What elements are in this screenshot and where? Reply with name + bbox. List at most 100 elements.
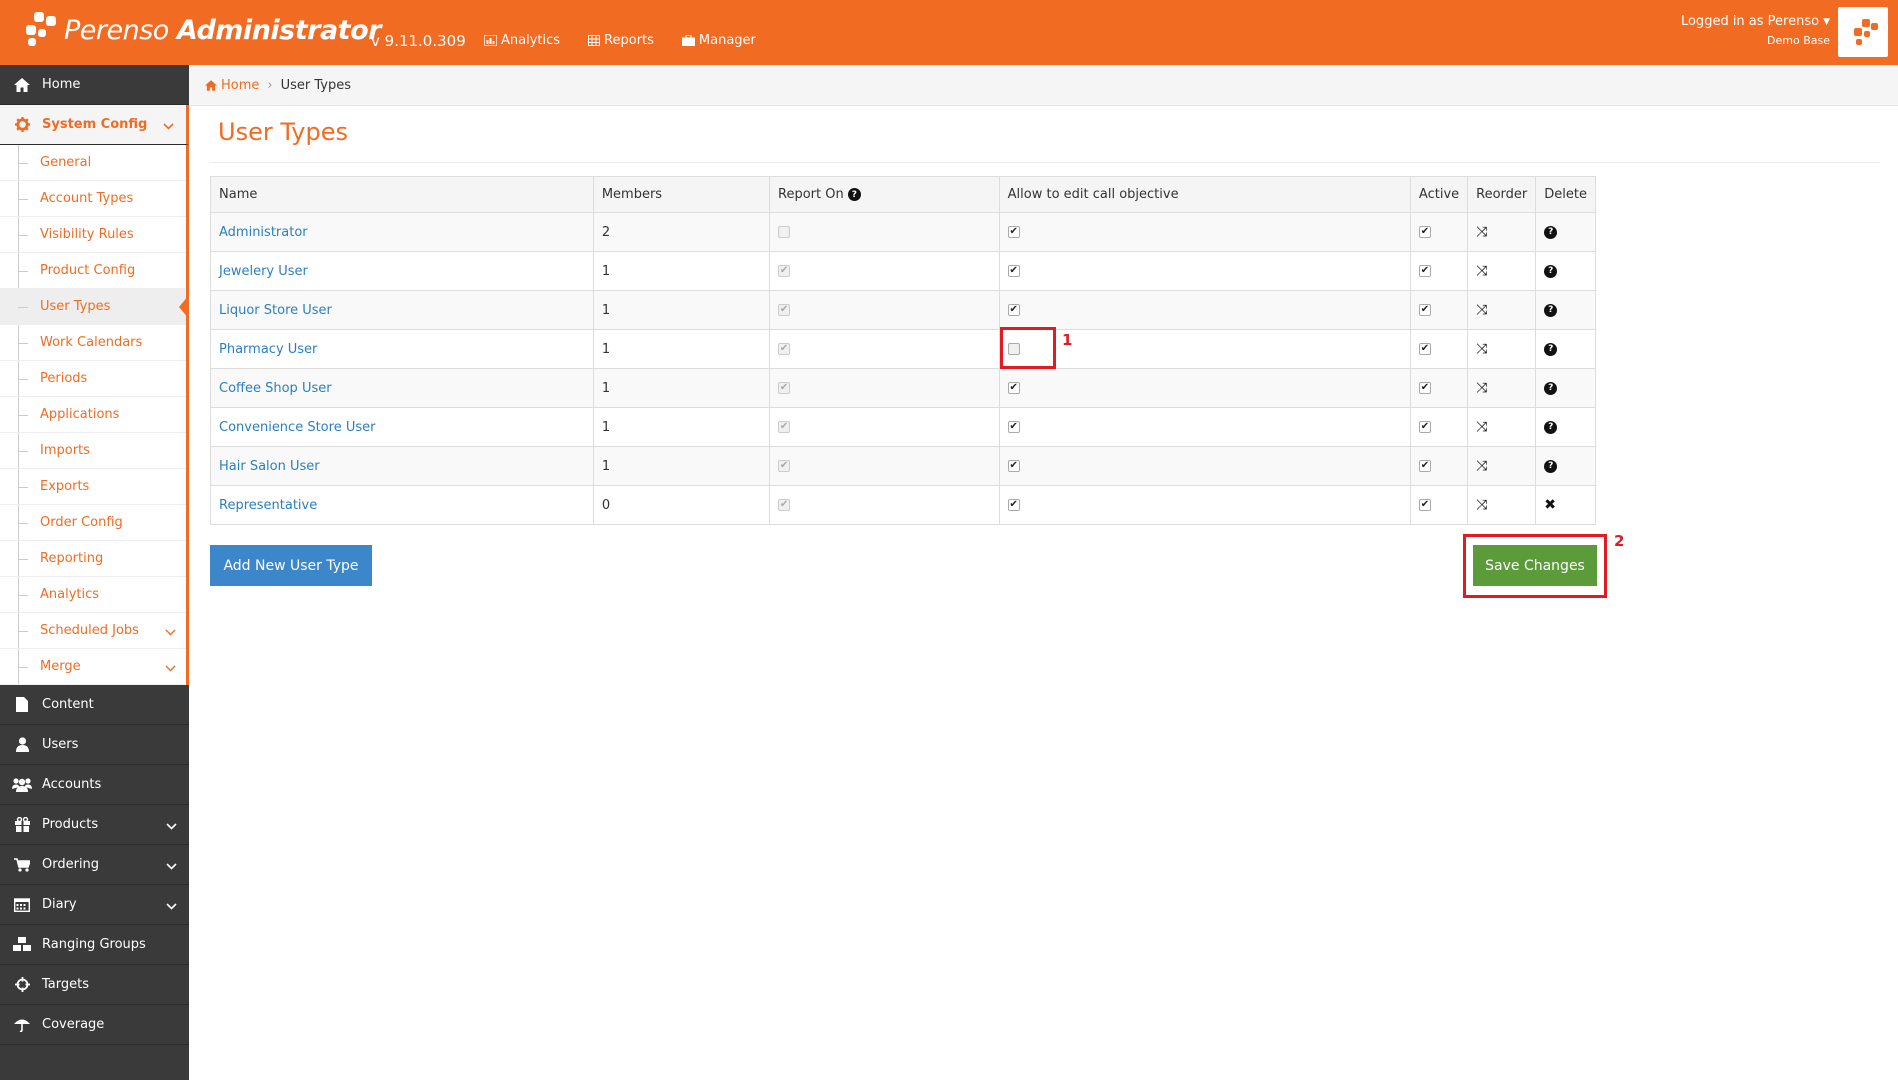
help-icon[interactable]: ?	[1544, 420, 1558, 434]
user-type-link[interactable]: Coffee Shop User	[219, 381, 332, 396]
active-checkbox[interactable]: ✔	[1418, 499, 1431, 511]
members-count: 1	[592, 446, 771, 486]
table-row: Convenience Store User 1 ✔ ✔ ✔ ⤨ ?	[210, 407, 1596, 447]
sidebar-item-visibility-rules[interactable]: Visibility Rules	[0, 217, 186, 253]
sidebar-item-ranging-groups[interactable]: Ranging Groups	[0, 925, 189, 965]
user-type-link[interactable]: Jewelery User	[219, 264, 308, 279]
shuffle-icon[interactable]: ⤨	[1476, 341, 1487, 357]
sidebar-item-ordering[interactable]: Ordering	[0, 845, 189, 885]
sidebar-item-diary[interactable]: Diary	[0, 885, 189, 925]
nav-analytics[interactable]: Analytics	[484, 33, 560, 48]
shuffle-icon[interactable]: ⤨	[1476, 458, 1487, 474]
sidebar-item-applications[interactable]: Applications	[0, 397, 186, 433]
help-icon[interactable]: ?	[1544, 459, 1558, 473]
members-count: 1	[592, 368, 771, 408]
table-row: Administrator 2 ✔ ✔ ⤨ ?	[210, 212, 1596, 252]
app-logo[interactable]: Perenso Administrator	[24, 12, 381, 48]
members-count: 2	[592, 212, 771, 252]
table-row: Hair Salon User 1 ✔ ✔ ✔ ⤨ ?	[210, 446, 1596, 486]
sidebar-item-coverage[interactable]: Coverage	[0, 1005, 189, 1045]
report-on-checkbox: ✔	[778, 343, 791, 355]
help-icon[interactable]: ?	[1544, 225, 1558, 239]
report-on-checkbox: ✔	[778, 421, 791, 433]
user-icon	[12, 737, 32, 752]
sidebar-item-home[interactable]: Home	[0, 65, 189, 105]
delete-x-icon[interactable]: ✖	[1544, 497, 1556, 513]
shuffle-icon[interactable]: ⤨	[1476, 497, 1487, 513]
sidebar-item-merge[interactable]: Merge	[0, 649, 186, 685]
sidebar-item-product-config[interactable]: Product Config	[0, 253, 186, 289]
user-type-link[interactable]: Administrator	[219, 225, 308, 240]
user-type-link[interactable]: Pharmacy User	[219, 342, 317, 357]
allow-edit-checkbox[interactable]: ✔	[1007, 265, 1020, 277]
breadcrumb-home[interactable]: Home	[205, 78, 259, 93]
allow-edit-checkbox[interactable]: ✔	[1007, 226, 1020, 238]
highlight-box-1	[1000, 327, 1056, 369]
briefcase-icon	[681, 35, 695, 46]
database-label: Demo Base	[1767, 34, 1830, 47]
sidebar-item-general[interactable]: General	[0, 145, 186, 181]
help-icon[interactable]: ?	[847, 188, 861, 201]
cubes-icon	[12, 937, 32, 952]
perenso-logo-icon	[1854, 19, 1878, 45]
active-checkbox[interactable]: ✔	[1418, 382, 1431, 394]
active-checkbox[interactable]: ✔	[1418, 304, 1431, 316]
help-icon[interactable]: ?	[1544, 264, 1558, 278]
user-menu[interactable]: Logged in as Perenso ▼ Demo Base	[1681, 14, 1830, 47]
sidebar-item-users[interactable]: Users	[0, 725, 189, 765]
add-new-user-type-button[interactable]: Add New User Type	[210, 545, 372, 586]
user-type-link[interactable]: Liquor Store User	[219, 303, 332, 318]
col-allow-edit-header: Allow to edit call objective	[998, 176, 1411, 213]
active-checkbox[interactable]: ✔	[1418, 421, 1431, 433]
allow-edit-checkbox[interactable]: ✔	[1007, 304, 1020, 316]
sidebar-item-order-config[interactable]: Order Config	[0, 505, 186, 541]
sidebar-item-work-calendars[interactable]: Work Calendars	[0, 325, 186, 361]
sidebar-item-analytics[interactable]: Analytics	[0, 577, 186, 613]
shuffle-icon[interactable]: ⤨	[1476, 380, 1487, 396]
sidebar-item-scheduled-jobs[interactable]: Scheduled Jobs	[0, 613, 186, 649]
active-checkbox[interactable]: ✔	[1418, 460, 1431, 472]
sidebar-item-exports[interactable]: Exports	[0, 469, 186, 505]
help-icon[interactable]: ?	[1544, 342, 1558, 356]
active-checkbox[interactable]: ✔	[1418, 265, 1431, 277]
gift-icon	[12, 817, 32, 832]
nav-manager[interactable]: Manager	[681, 33, 756, 48]
avatar[interactable]	[1838, 7, 1888, 57]
bar-chart-icon	[484, 35, 497, 46]
sidebar-item-content[interactable]: Content	[0, 685, 189, 725]
report-on-checkbox: ✔	[778, 382, 791, 394]
col-members-header: Members	[592, 176, 771, 213]
crosshairs-icon	[12, 977, 32, 992]
shuffle-icon[interactable]: ⤨	[1476, 302, 1487, 318]
chevron-down-icon	[166, 859, 177, 874]
sidebar: Home System Config General Account Types…	[0, 65, 189, 1080]
sidebar-item-periods[interactable]: Periods	[0, 361, 186, 397]
sidebar-item-targets[interactable]: Targets	[0, 965, 189, 1005]
shuffle-icon[interactable]: ⤨	[1476, 263, 1487, 279]
sidebar-item-reporting[interactable]: Reporting	[0, 541, 186, 577]
active-checkbox[interactable]: ✔	[1418, 343, 1431, 355]
help-icon[interactable]: ?	[1544, 303, 1558, 317]
allow-edit-checkbox[interactable]: ✔	[1007, 460, 1020, 472]
logged-in-label: Logged in as Perenso	[1680, 14, 1820, 29]
allow-edit-checkbox[interactable]: ✔	[1007, 421, 1020, 433]
help-icon[interactable]: ?	[1544, 381, 1558, 395]
sidebar-item-account-types[interactable]: Account Types	[0, 181, 186, 217]
col-reorder-header: Reorder	[1467, 176, 1537, 213]
active-checkbox[interactable]: ✔	[1418, 226, 1431, 238]
table-row: Liquor Store User 1 ✔ ✔ ✔ ⤨ ?	[210, 290, 1596, 330]
allow-edit-checkbox[interactable]: ✔	[1007, 382, 1020, 394]
nav-reports[interactable]: Reports	[588, 33, 654, 48]
highlight-number-1: 1	[1062, 331, 1073, 349]
shuffle-icon[interactable]: ⤨	[1476, 224, 1487, 240]
user-type-link[interactable]: Hair Salon User	[219, 459, 320, 474]
shuffle-icon[interactable]: ⤨	[1476, 419, 1487, 435]
user-type-link[interactable]: Convenience Store User	[219, 420, 375, 435]
sidebar-item-products[interactable]: Products	[0, 805, 189, 845]
sidebar-item-accounts[interactable]: Accounts	[0, 765, 189, 805]
sidebar-item-system-config[interactable]: System Config	[0, 105, 189, 145]
user-type-link[interactable]: Representative	[219, 498, 317, 513]
sidebar-item-imports[interactable]: Imports	[0, 433, 186, 469]
allow-edit-checkbox[interactable]: ✔	[1007, 499, 1020, 511]
sidebar-item-user-types[interactable]: User Types	[0, 289, 189, 325]
